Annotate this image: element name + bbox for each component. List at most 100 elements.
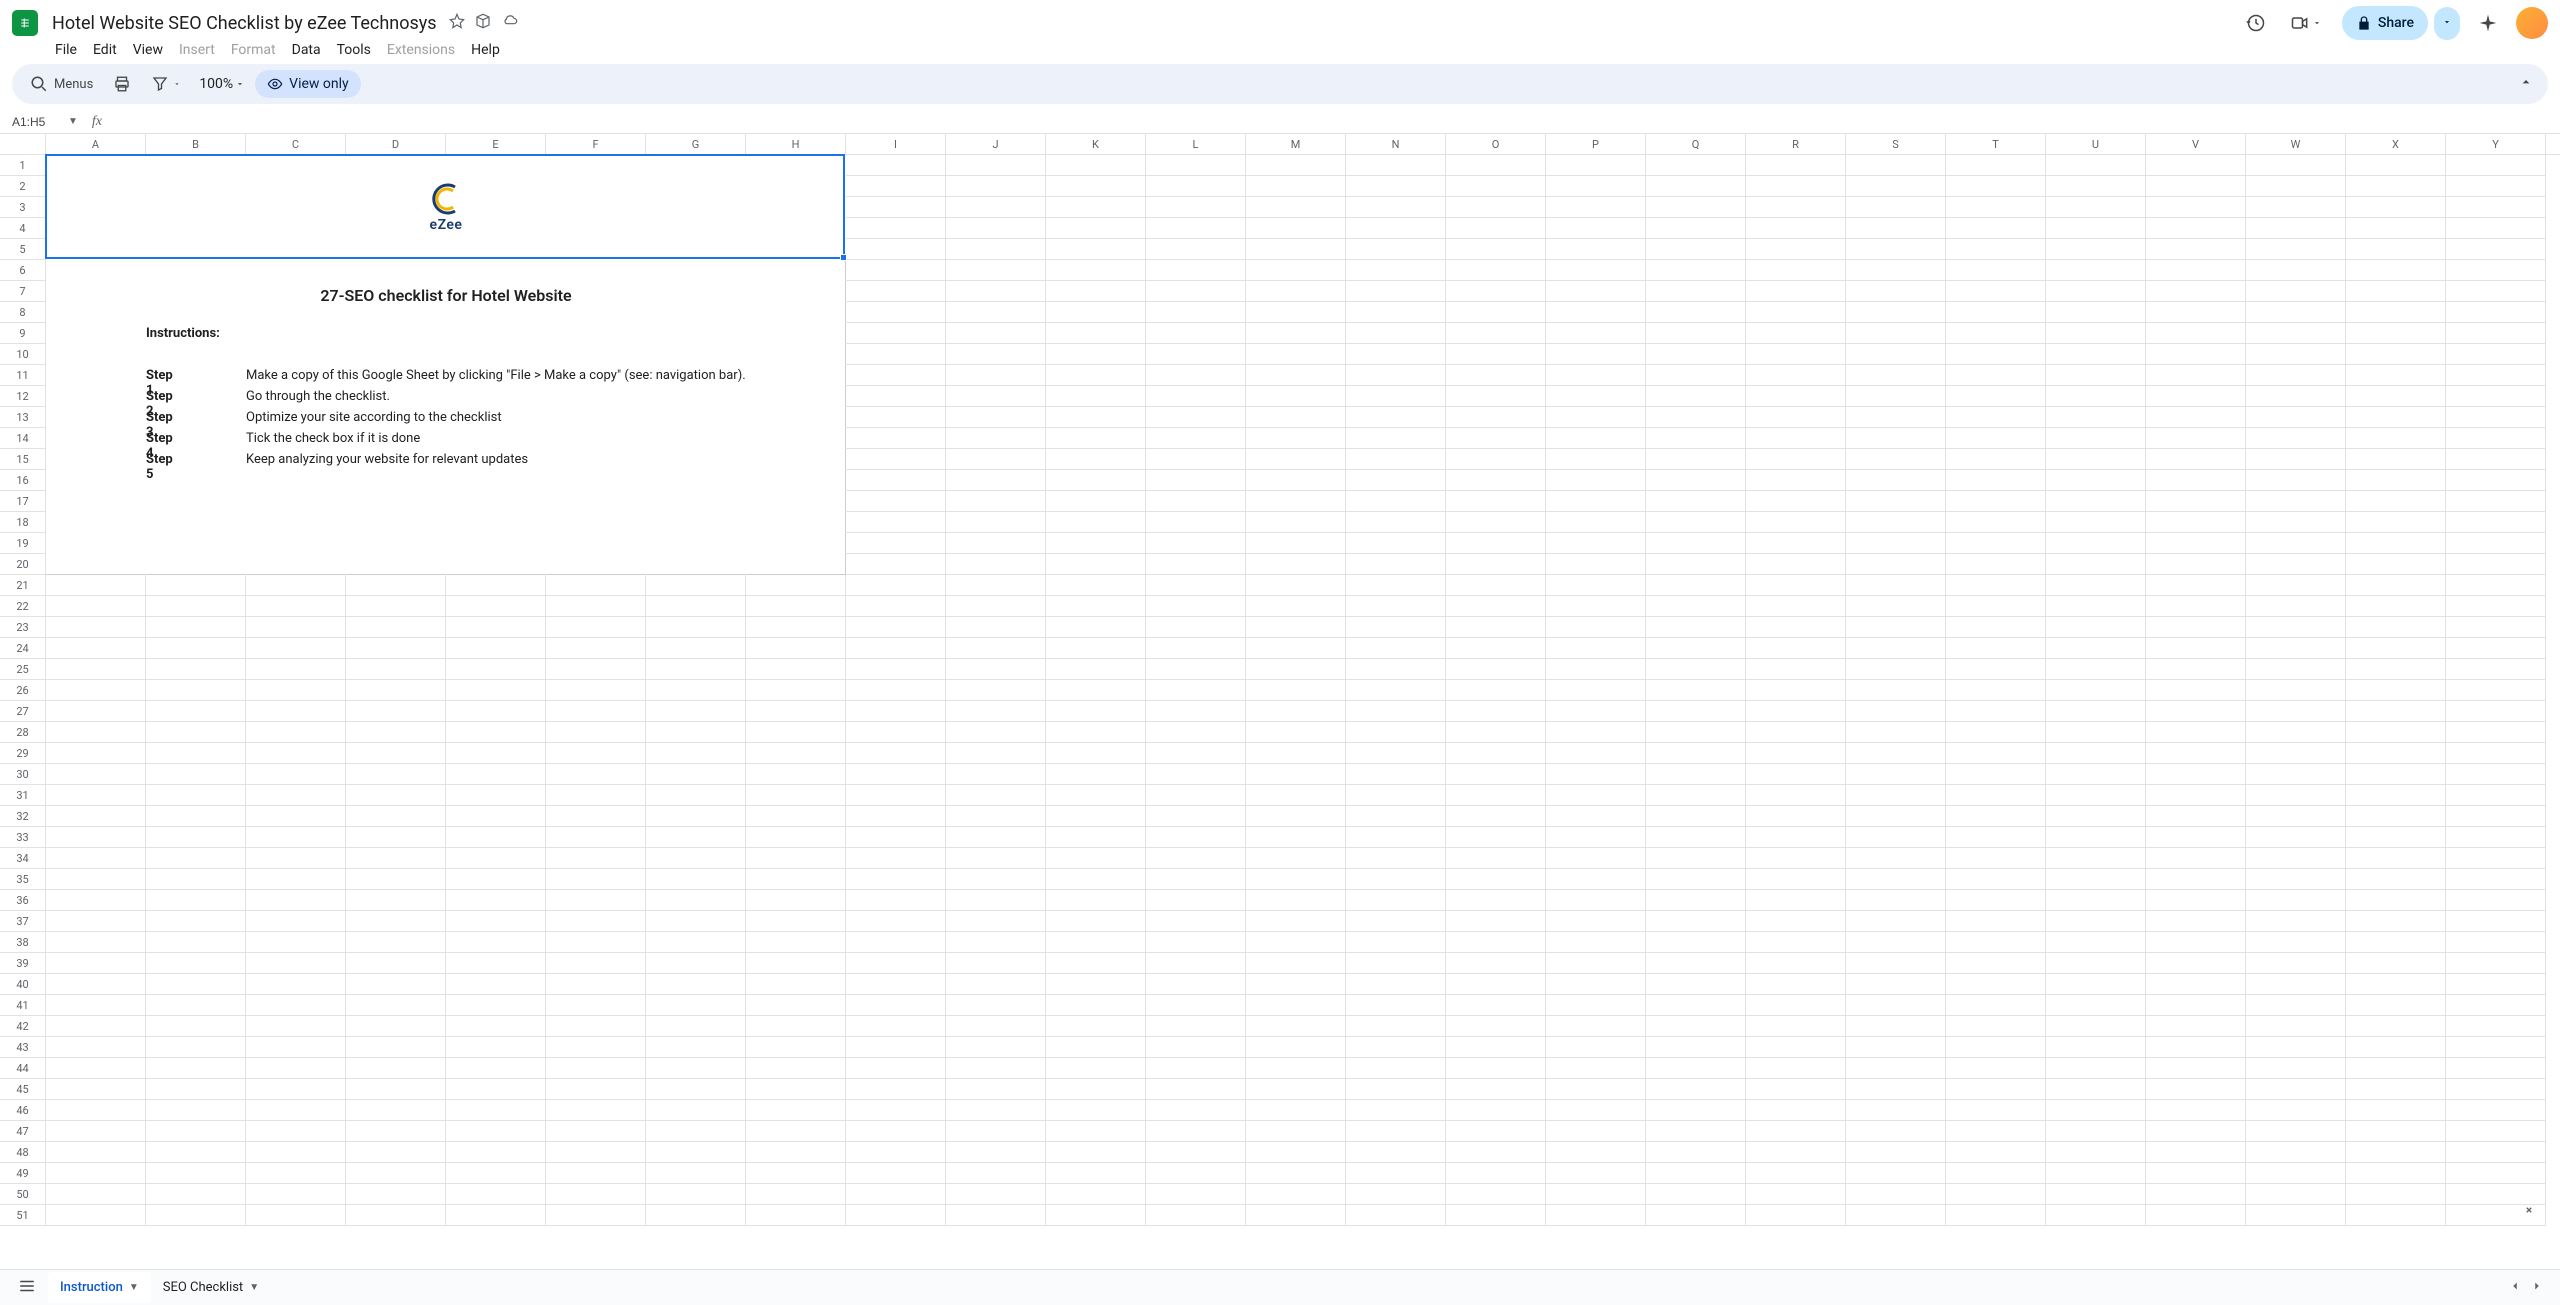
cell-F25[interactable]: [546, 659, 646, 680]
cell-A51[interactable]: [46, 1205, 146, 1226]
cell-I4[interactable]: [846, 218, 946, 239]
cell-T42[interactable]: [1946, 1016, 2046, 1037]
cell-M20[interactable]: [1246, 554, 1346, 575]
cell-K24[interactable]: [1046, 638, 1146, 659]
cell-M5[interactable]: [1246, 239, 1346, 260]
cell-C28[interactable]: [246, 722, 346, 743]
row-header-32[interactable]: 32: [0, 806, 46, 827]
cell-M19[interactable]: [1246, 533, 1346, 554]
col-header-E[interactable]: E: [446, 134, 546, 154]
cell-D19[interactable]: [346, 533, 446, 554]
cell-G39[interactable]: [646, 953, 746, 974]
cell-P40[interactable]: [1546, 974, 1646, 995]
cell-U47[interactable]: [2046, 1121, 2146, 1142]
cell-T8[interactable]: [1946, 302, 2046, 323]
cell-P35[interactable]: [1546, 869, 1646, 890]
cell-E7[interactable]: [446, 281, 546, 302]
cell-P18[interactable]: [1546, 512, 1646, 533]
cell-F46[interactable]: [546, 1100, 646, 1121]
cell-P43[interactable]: [1546, 1037, 1646, 1058]
cell-K29[interactable]: [1046, 743, 1146, 764]
cell-S32[interactable]: [1846, 806, 1946, 827]
cell-T24[interactable]: [1946, 638, 2046, 659]
cell-K19[interactable]: [1046, 533, 1146, 554]
cell-H34[interactable]: [746, 848, 846, 869]
cell-O20[interactable]: [1446, 554, 1546, 575]
cell-W41[interactable]: [2246, 995, 2346, 1016]
cell-R14[interactable]: [1746, 428, 1846, 449]
cell-G40[interactable]: [646, 974, 746, 995]
cell-R40[interactable]: [1746, 974, 1846, 995]
cell-A15[interactable]: [46, 449, 146, 470]
cell-S45[interactable]: [1846, 1079, 1946, 1100]
cell-H2[interactable]: [746, 176, 846, 197]
cell-B44[interactable]: [146, 1058, 246, 1079]
cell-F27[interactable]: [546, 701, 646, 722]
cell-T23[interactable]: [1946, 617, 2046, 638]
cell-A31[interactable]: [46, 785, 146, 806]
cell-P1[interactable]: [1546, 155, 1646, 176]
cell-P23[interactable]: [1546, 617, 1646, 638]
cell-J40[interactable]: [946, 974, 1046, 995]
cell-R37[interactable]: [1746, 911, 1846, 932]
cell-F2[interactable]: [546, 176, 646, 197]
cell-S16[interactable]: [1846, 470, 1946, 491]
cell-Y30[interactable]: [2446, 764, 2546, 785]
cell-K26[interactable]: [1046, 680, 1146, 701]
cell-V33[interactable]: [2146, 827, 2246, 848]
cell-Y33[interactable]: [2446, 827, 2546, 848]
cell-N45[interactable]: [1346, 1079, 1446, 1100]
cell-W47[interactable]: [2246, 1121, 2346, 1142]
cell-E10[interactable]: [446, 344, 546, 365]
cell-U33[interactable]: [2046, 827, 2146, 848]
cell-D27[interactable]: [346, 701, 446, 722]
cell-F11[interactable]: [546, 365, 646, 386]
row-header-27[interactable]: 27: [0, 701, 46, 722]
cell-A27[interactable]: [46, 701, 146, 722]
cell-G14[interactable]: [646, 428, 746, 449]
cell-R20[interactable]: [1746, 554, 1846, 575]
cell-E4[interactable]: [446, 218, 546, 239]
cell-E45[interactable]: [446, 1079, 546, 1100]
cell-G36[interactable]: [646, 890, 746, 911]
cell-A35[interactable]: [46, 869, 146, 890]
cell-F36[interactable]: [546, 890, 646, 911]
cell-W9[interactable]: [2246, 323, 2346, 344]
cell-P8[interactable]: [1546, 302, 1646, 323]
cell-M27[interactable]: [1246, 701, 1346, 722]
cell-T34[interactable]: [1946, 848, 2046, 869]
cell-E17[interactable]: [446, 491, 546, 512]
cell-Q28[interactable]: [1646, 722, 1746, 743]
cell-F34[interactable]: [546, 848, 646, 869]
col-header-D[interactable]: D: [346, 134, 446, 154]
cell-T35[interactable]: [1946, 869, 2046, 890]
cell-H5[interactable]: [746, 239, 846, 260]
cell-U6[interactable]: [2046, 260, 2146, 281]
row-header-39[interactable]: 39: [0, 953, 46, 974]
cell-B50[interactable]: [146, 1184, 246, 1205]
cell-E8[interactable]: [446, 302, 546, 323]
cell-V2[interactable]: [2146, 176, 2246, 197]
cell-J22[interactable]: [946, 596, 1046, 617]
cell-X28[interactable]: [2346, 722, 2446, 743]
cell-N22[interactable]: [1346, 596, 1446, 617]
cell-W35[interactable]: [2246, 869, 2346, 890]
cell-W7[interactable]: [2246, 281, 2346, 302]
cell-J3[interactable]: [946, 197, 1046, 218]
cell-Q49[interactable]: [1646, 1163, 1746, 1184]
cell-B34[interactable]: [146, 848, 246, 869]
cell-Q44[interactable]: [1646, 1058, 1746, 1079]
cell-H30[interactable]: [746, 764, 846, 785]
cell-K15[interactable]: [1046, 449, 1146, 470]
cell-M18[interactable]: [1246, 512, 1346, 533]
cell-N19[interactable]: [1346, 533, 1446, 554]
cell-G13[interactable]: [646, 407, 746, 428]
cell-D11[interactable]: [346, 365, 446, 386]
spreadsheet-grid[interactable]: ABCDEFGHIJKLMNOPQRSTUVWXY123456789101112…: [0, 134, 2560, 1269]
cell-T50[interactable]: [1946, 1184, 2046, 1205]
cell-Q25[interactable]: [1646, 659, 1746, 680]
cell-L9[interactable]: [1146, 323, 1246, 344]
cell-P12[interactable]: [1546, 386, 1646, 407]
cell-Y45[interactable]: [2446, 1079, 2546, 1100]
cell-D16[interactable]: [346, 470, 446, 491]
